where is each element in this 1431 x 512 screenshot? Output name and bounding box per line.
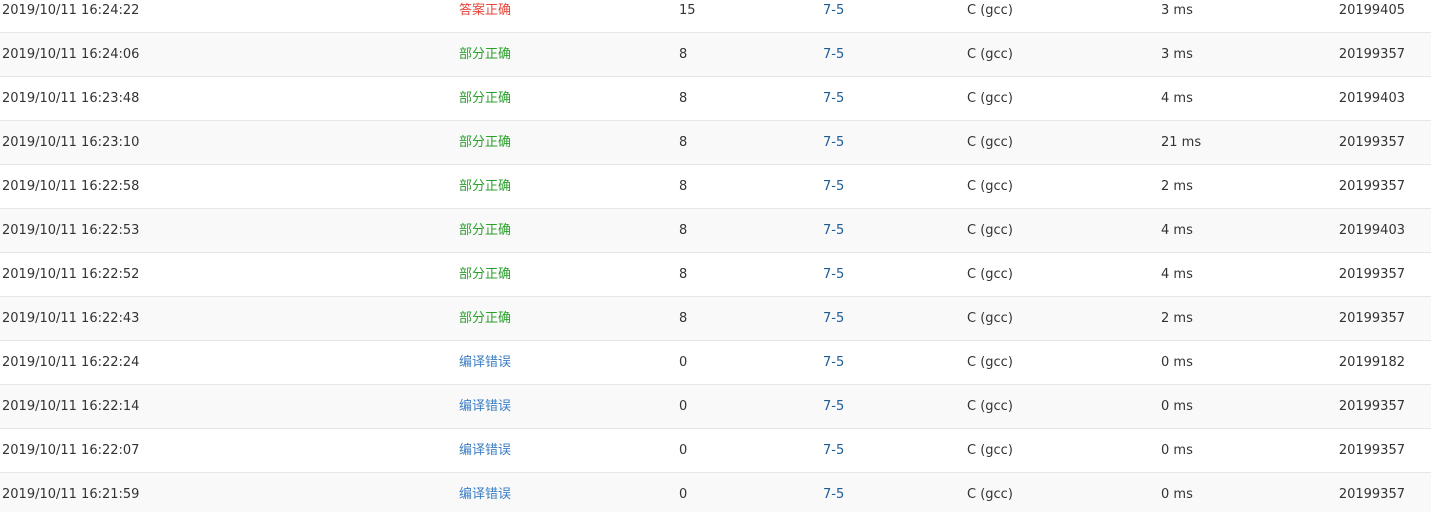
submission-time: 2019/10/11 16:24:06 [2, 47, 140, 62]
submission-time: 2019/10/11 16:22:53 [2, 223, 140, 238]
submission-time: 2019/10/11 16:22:07 [2, 443, 140, 458]
submission-score: 8 [679, 135, 688, 150]
submission-status[interactable]: 部分正确 [459, 165, 511, 209]
submission-row: 2019/10/11 16:24:06 部分正确 8 7-5 C (gcc) 3… [0, 33, 1431, 77]
problem-link[interactable]: 7-5 [823, 33, 844, 77]
submission-row: 2019/10/11 16:22:52 部分正确 8 7-5 C (gcc) 4… [0, 253, 1431, 297]
submission-row: 2019/10/11 16:22:24 编译错误 0 7-5 C (gcc) 0… [0, 341, 1431, 385]
submission-runtime: 2 ms [1161, 311, 1193, 326]
submission-status[interactable]: 部分正确 [459, 297, 511, 341]
submission-runtime: 0 ms [1161, 399, 1193, 414]
submission-row: 2019/10/11 16:23:10 部分正确 8 7-5 C (gcc) 2… [0, 121, 1431, 165]
submission-user: 20199357 [1338, 311, 1405, 326]
submission-score: 8 [679, 47, 688, 62]
submission-status[interactable]: 部分正确 [459, 33, 511, 77]
submission-time: 2019/10/11 16:22:43 [2, 311, 140, 326]
problem-link[interactable]: 7-5 [823, 121, 844, 165]
submission-language: C (gcc) [967, 47, 1013, 62]
submission-language: C (gcc) [967, 355, 1013, 370]
submission-language: C (gcc) [967, 3, 1013, 18]
submission-user: 20199357 [1338, 399, 1405, 414]
problem-link[interactable]: 7-5 [823, 0, 844, 33]
submission-score: 8 [679, 91, 688, 106]
submission-score: 8 [679, 311, 688, 326]
submission-user: 20199357 [1338, 487, 1405, 502]
submission-score: 8 [679, 267, 688, 282]
submission-language: C (gcc) [967, 223, 1013, 238]
submission-score: 0 [679, 355, 688, 370]
submission-row: 2019/10/11 16:22:58 部分正确 8 7-5 C (gcc) 2… [0, 165, 1431, 209]
problem-link[interactable]: 7-5 [823, 165, 844, 209]
submission-runtime: 4 ms [1161, 267, 1193, 282]
submission-user: 20199182 [1338, 355, 1405, 370]
submission-time: 2019/10/11 16:22:24 [2, 355, 140, 370]
submission-score: 0 [679, 443, 688, 458]
submission-score: 0 [679, 399, 688, 414]
problem-link[interactable]: 7-5 [823, 77, 844, 121]
problem-link[interactable]: 7-5 [823, 253, 844, 297]
submission-status[interactable]: 部分正确 [459, 121, 511, 165]
submission-score: 0 [679, 487, 688, 502]
submission-row: 2019/10/11 16:21:59 编译错误 0 7-5 C (gcc) 0… [0, 473, 1431, 512]
submission-time: 2019/10/11 16:22:58 [2, 179, 140, 194]
submission-runtime: 21 ms [1161, 135, 1202, 150]
submission-runtime: 3 ms [1161, 3, 1193, 18]
submission-language: C (gcc) [967, 399, 1013, 414]
submission-status[interactable]: 编译错误 [459, 473, 511, 512]
submission-user: 20199357 [1338, 267, 1405, 282]
problem-link[interactable]: 7-5 [823, 209, 844, 253]
submission-runtime: 4 ms [1161, 223, 1193, 238]
submission-language: C (gcc) [967, 135, 1013, 150]
problem-link[interactable]: 7-5 [823, 341, 844, 385]
submission-user: 20199357 [1338, 443, 1405, 458]
submission-row: 2019/10/11 16:22:14 编译错误 0 7-5 C (gcc) 0… [0, 385, 1431, 429]
submission-runtime: 2 ms [1161, 179, 1193, 194]
submission-user: 20199403 [1338, 91, 1405, 106]
submission-time: 2019/10/11 16:24:22 [2, 3, 140, 18]
submission-runtime: 0 ms [1161, 487, 1193, 502]
problem-link[interactable]: 7-5 [823, 429, 844, 473]
submissions-table: 2019/10/11 16:24:22 答案正确 15 7-5 C (gcc) … [0, 0, 1431, 512]
submission-status[interactable]: 编译错误 [459, 429, 511, 473]
submission-language: C (gcc) [967, 91, 1013, 106]
submission-language: C (gcc) [967, 443, 1013, 458]
problem-link[interactable]: 7-5 [823, 473, 844, 512]
submission-status[interactable]: 部分正确 [459, 209, 511, 253]
submission-status[interactable]: 编译错误 [459, 341, 511, 385]
submission-user: 20199357 [1338, 179, 1405, 194]
submission-score: 15 [679, 3, 696, 18]
submission-time: 2019/10/11 16:23:10 [2, 135, 140, 150]
submission-user: 20199357 [1338, 47, 1405, 62]
submission-runtime: 0 ms [1161, 355, 1193, 370]
submission-row: 2019/10/11 16:24:22 答案正确 15 7-5 C (gcc) … [0, 0, 1431, 33]
submission-score: 8 [679, 223, 688, 238]
submission-row: 2019/10/11 16:22:07 编译错误 0 7-5 C (gcc) 0… [0, 429, 1431, 473]
submission-language: C (gcc) [967, 179, 1013, 194]
submission-status[interactable]: 部分正确 [459, 77, 511, 121]
submission-user: 20199403 [1338, 223, 1405, 238]
submission-runtime: 3 ms [1161, 47, 1193, 62]
submission-status[interactable]: 部分正确 [459, 253, 511, 297]
submission-row: 2019/10/11 16:22:43 部分正确 8 7-5 C (gcc) 2… [0, 297, 1431, 341]
submission-runtime: 4 ms [1161, 91, 1193, 106]
submission-row: 2019/10/11 16:23:48 部分正确 8 7-5 C (gcc) 4… [0, 77, 1431, 121]
submission-user: 20199405 [1338, 3, 1405, 18]
submission-language: C (gcc) [967, 267, 1013, 282]
submission-time: 2019/10/11 16:23:48 [2, 91, 140, 106]
submission-user: 20199357 [1338, 135, 1405, 150]
submission-language: C (gcc) [967, 311, 1013, 326]
submission-language: C (gcc) [967, 487, 1013, 502]
submission-time: 2019/10/11 16:22:14 [2, 399, 140, 414]
submission-score: 8 [679, 179, 688, 194]
submission-row: 2019/10/11 16:22:53 部分正确 8 7-5 C (gcc) 4… [0, 209, 1431, 253]
problem-link[interactable]: 7-5 [823, 385, 844, 429]
submission-status[interactable]: 编译错误 [459, 385, 511, 429]
submission-runtime: 0 ms [1161, 443, 1193, 458]
submission-time: 2019/10/11 16:21:59 [2, 487, 140, 502]
submission-time: 2019/10/11 16:22:52 [2, 267, 140, 282]
problem-link[interactable]: 7-5 [823, 297, 844, 341]
submission-status[interactable]: 答案正确 [459, 0, 511, 33]
